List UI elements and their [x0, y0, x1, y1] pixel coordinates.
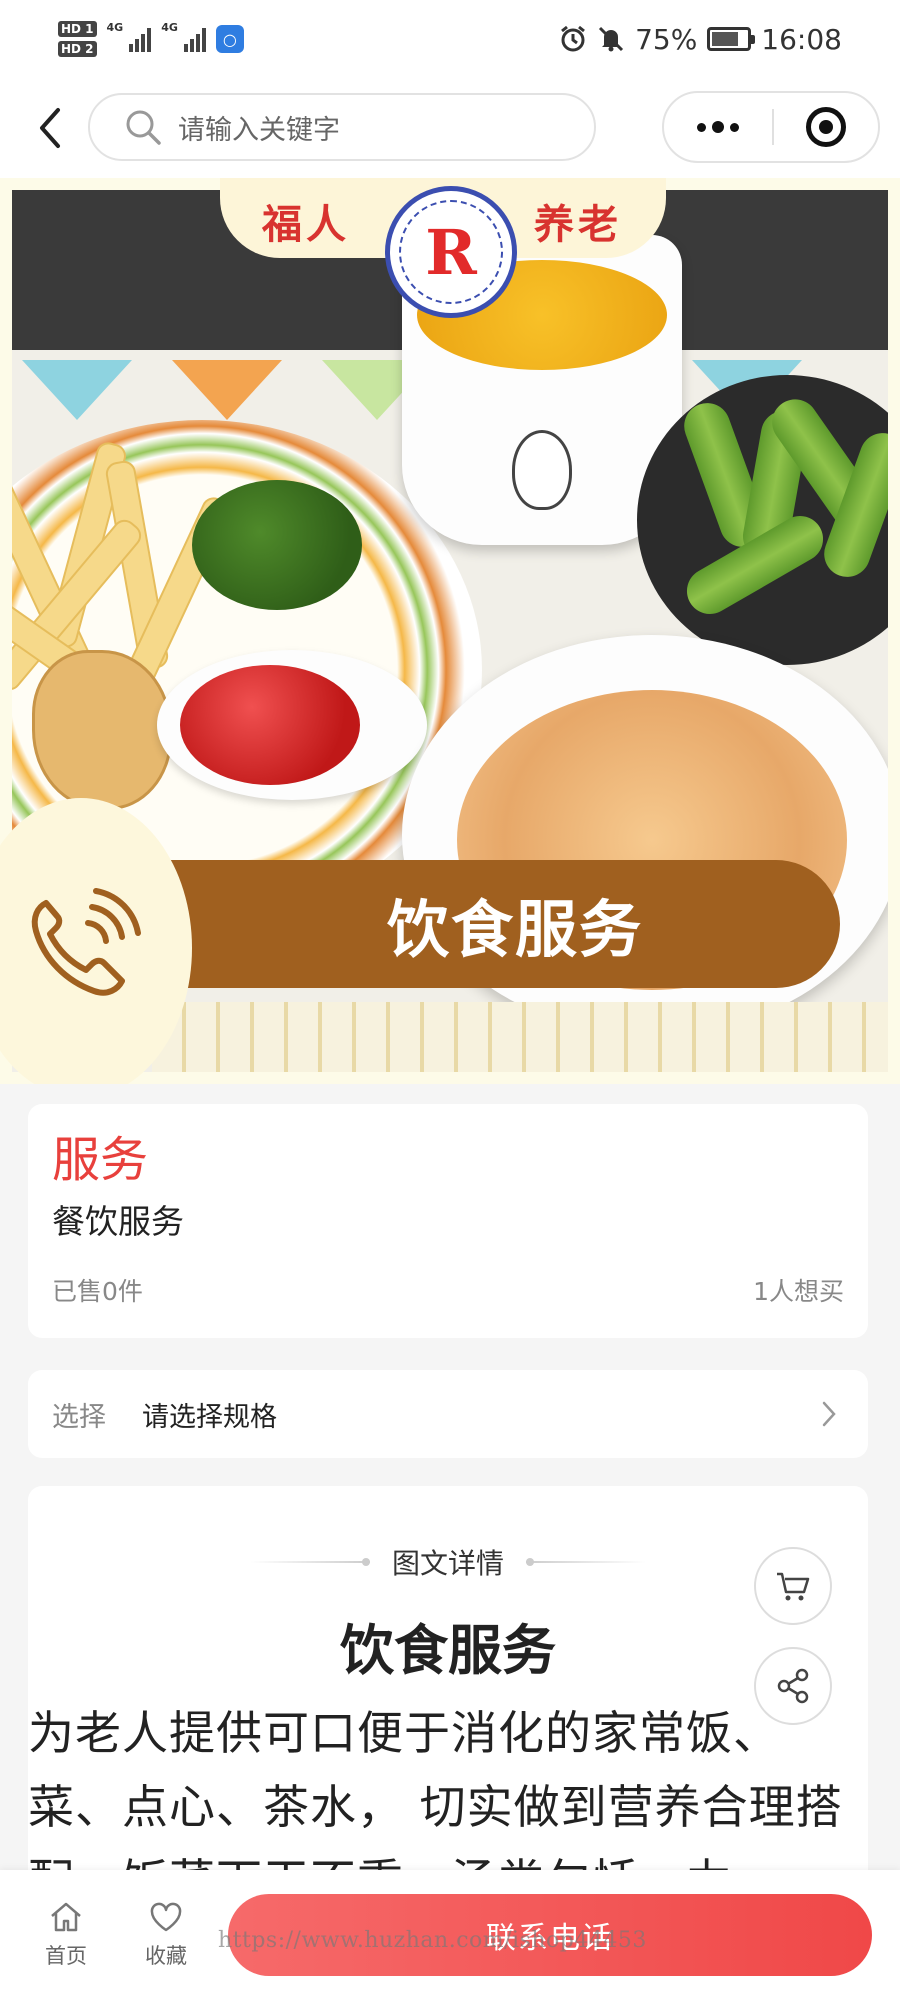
- back-icon: [40, 108, 60, 148]
- spec-value: 请选择规格: [142, 1401, 277, 1433]
- home-tab[interactable]: 首页: [16, 1900, 116, 1970]
- product-name: 餐饮服务: [52, 1202, 184, 1241]
- cart-icon: [777, 1572, 810, 1601]
- detail-heading-text: 图文详情: [391, 1547, 504, 1580]
- brand-text-left: 福人: [262, 202, 350, 248]
- product-banner[interactable]: 福人 养老 R 饮食服务: [0, 178, 900, 1084]
- signal-icon: [183, 26, 206, 52]
- phone-icon: [31, 888, 141, 996]
- alarm-icon: [561, 25, 585, 52]
- search-placeholder: 请输入关键字: [178, 114, 340, 146]
- brand-logo: R: [385, 186, 517, 318]
- status-bar-left: HD 1 HD 2 4G 4G ○: [58, 21, 244, 57]
- share-button[interactable]: [754, 1647, 832, 1725]
- heart-icon: [150, 1902, 182, 1932]
- photo-bunny: [512, 430, 572, 510]
- signal-icon: [129, 26, 152, 52]
- status-bar-right: 75% 16:08: [559, 23, 842, 56]
- hd-indicators: HD 1 HD 2: [58, 21, 97, 57]
- network-type-2: 4G: [161, 21, 178, 34]
- more-icon: [697, 122, 706, 132]
- bottom-action-bar: 首页 收藏 联系电话: [0, 1870, 900, 2000]
- search-input[interactable]: 请输入关键字: [88, 93, 596, 161]
- status-bar: HD 1 HD 2 4G 4G ○ 75% 16:08: [0, 0, 900, 78]
- clock: 16:08: [761, 22, 842, 56]
- mini-program-capsule: [662, 91, 880, 163]
- contact-phone-button[interactable]: 联系电话: [228, 1894, 872, 1976]
- search-icon: [126, 110, 161, 145]
- photo-nugget: [32, 650, 172, 810]
- heading-divider-right: [526, 1558, 646, 1566]
- favorite-tab[interactable]: 收藏: [116, 1900, 216, 1970]
- hd2-badge: HD 2: [58, 41, 97, 57]
- more-button[interactable]: [664, 121, 772, 133]
- home-label: 首页: [45, 1944, 87, 1968]
- chevron-right-icon: [814, 1399, 844, 1429]
- sales-row: 已售0件 1人想买: [52, 1272, 844, 1308]
- brand-text-right: 养老: [534, 202, 622, 248]
- sold-count: 已售0件: [52, 1277, 143, 1306]
- back-button[interactable]: [20, 98, 80, 158]
- target-icon: [806, 107, 846, 147]
- battery-percent: 75%: [635, 22, 698, 56]
- spec-label: 选择: [52, 1401, 106, 1433]
- want-count: 1人想买: [753, 1277, 844, 1306]
- price-label: 服务: [52, 1132, 149, 1188]
- app-notification-icon: ○: [215, 25, 244, 53]
- heading-divider-left: [249, 1558, 370, 1566]
- photo-tray-edge: [152, 1002, 888, 1072]
- close-program-button[interactable]: [774, 107, 878, 147]
- product-info-card: 服务 餐饮服务 已售0件 1人想买: [28, 1104, 868, 1338]
- mute-bell-icon: [599, 26, 624, 52]
- favorite-label: 收藏: [145, 1944, 187, 1968]
- detail-heading: 图文详情: [28, 1542, 868, 1582]
- battery-icon: [707, 27, 756, 51]
- share-icon: [777, 1668, 809, 1704]
- service-banner-text: 饮食服务: [386, 893, 643, 966]
- brand-logo-letter: R: [399, 200, 503, 304]
- service-banner-bar: 饮食服务: [150, 860, 840, 988]
- battery-fill: [712, 32, 738, 46]
- hd1-badge: HD 1: [58, 21, 97, 37]
- photo-ketchup: [180, 665, 360, 785]
- photo-parsley: [192, 480, 362, 610]
- detail-title: 饮食服务: [340, 1619, 556, 1682]
- spec-selector[interactable]: 选择 请选择规格: [28, 1370, 868, 1458]
- network-type-1: 4G: [106, 21, 124, 34]
- home-icon: [51, 1902, 81, 1932]
- nav-bar: 请输入关键字: [0, 78, 900, 178]
- cart-button[interactable]: [754, 1547, 832, 1625]
